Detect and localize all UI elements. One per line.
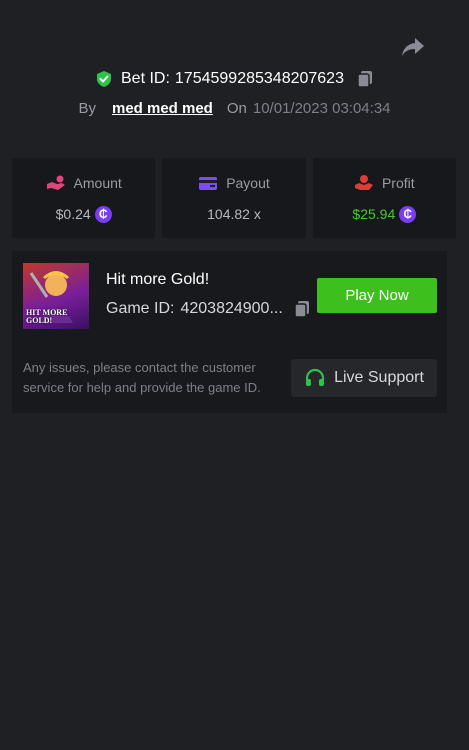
coin-icon: ₵ — [94, 205, 112, 223]
payout-card: Payout 104.82 x — [162, 158, 306, 238]
game-id-row: Game ID: 4203824900... — [106, 300, 311, 318]
game-id-value: 4203824900... — [180, 300, 283, 317]
card-icon — [198, 174, 218, 192]
bet-id-label: Bet ID: — [121, 70, 170, 87]
coin-icon: ₵ — [399, 205, 417, 223]
game-id-label: Game ID: — [106, 300, 175, 317]
amount-card: Amount $0.24 ₵ — [12, 158, 156, 238]
game-name: Hit more Gold! — [106, 271, 210, 288]
bet-timestamp: 10/01/2023 03:04:34 — [252, 99, 391, 117]
amount-label: Amount — [73, 175, 122, 191]
payout-label: Payout — [226, 175, 270, 191]
username-link[interactable]: med med med — [112, 100, 213, 117]
copy-icon[interactable] — [356, 70, 374, 88]
profit-card: Profit $25.94 ₵ — [312, 158, 456, 238]
game-panel: HIT MORE GOLD! Hit more Gold! Game ID: 4… — [12, 251, 447, 413]
amount-value: $0.24 — [55, 206, 91, 222]
shield-check-icon — [95, 70, 113, 88]
bet-stats: Amount $0.24 ₵ Payout 104.82 x Profit $2… — [12, 158, 456, 238]
copy-icon[interactable] — [293, 300, 311, 318]
live-support-label: Live Support — [334, 369, 424, 386]
profit-value: $25.94 — [352, 206, 396, 222]
bet-id-value: 1754599285348207623 — [174, 70, 344, 87]
hand-coins-icon — [46, 174, 66, 192]
game-thumbnail[interactable]: HIT MORE GOLD! — [23, 263, 89, 329]
payout-value: 104.82 x — [207, 206, 261, 222]
by-label: By — [78, 99, 96, 117]
play-now-button[interactable]: Play Now — [317, 278, 437, 313]
support-help-text: Any issues, please contact the customer … — [23, 360, 261, 395]
share-button[interactable] — [398, 34, 428, 60]
live-support-button[interactable]: Live Support — [291, 359, 437, 397]
game-thumbnail-title: HIT MORE GOLD! — [26, 308, 68, 325]
headset-icon — [304, 367, 326, 389]
hand-money-icon — [354, 174, 374, 192]
share-icon — [402, 38, 424, 56]
bet-author-row: By med med med On 10/01/2023 03:04:34 — [0, 96, 469, 120]
profit-label: Profit — [381, 175, 415, 191]
on-label: On — [226, 99, 247, 117]
bet-id-row: Bet ID: 1754599285348207623 — [0, 66, 469, 92]
bet-details-page: Bet ID: 1754599285348207623 By med med m… — [0, 0, 469, 750]
